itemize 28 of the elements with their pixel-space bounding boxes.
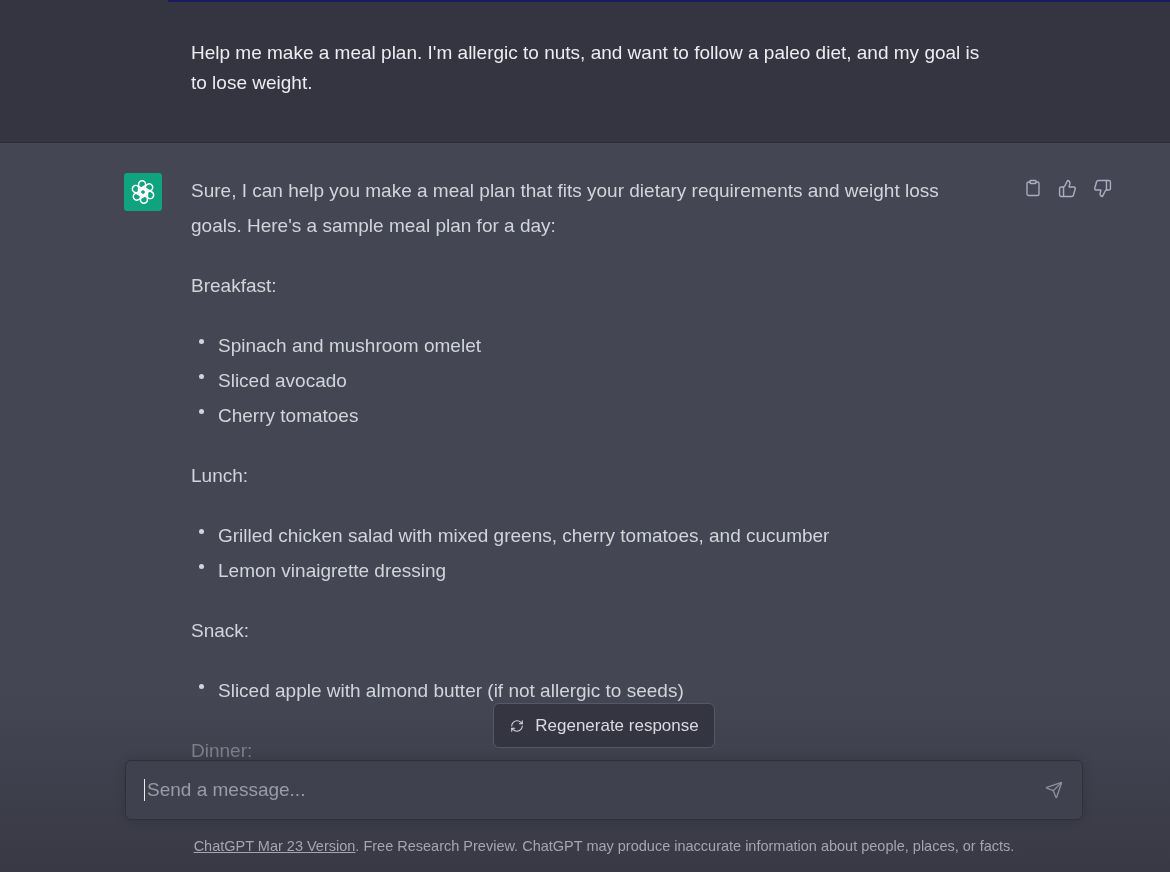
message-paragraph: Sure, I can help you make a meal plan that fits your dietary requirements and weight loss goals. Here's a sample meal plan for a day: [191,179,940,238]
logo-icon [124,173,162,211]
thumbs-down-icon[interactable] [1093,179,1112,198]
bullet-icon [199,684,204,689]
bullet-icon [199,374,204,379]
list-item-text: Sliced avocado [218,369,347,393]
bullet-icon [199,564,204,569]
list-item-text: Lemon vinaigrette dressing [218,559,447,583]
refresh-icon [510,718,525,733]
user-message-text: Help me make a meal plan. I'm allergic to nuts, and want to follow a paleo diet, and my goal is to lose weight. [191,41,981,95]
list-item-text: Sliced apple with almond butter (if not allergic to seeds) [218,679,684,703]
disclaimer-text: ChatGPT Mar 23 Version. Free Research Preview. ChatGPT may produce inaccurate information about people, places, or facts. [193,837,1015,856]
bullet-icon [199,529,204,534]
list-item-text: Cherry tomatoes [218,404,359,428]
bullet-icon [199,409,204,414]
message-paragraph: Breakfast: [191,274,278,298]
send-icon[interactable] [1045,781,1063,799]
bullet-icon [199,339,204,344]
message-paragraph: Lunch: [191,464,250,488]
list-item-text: Spinach and mushroom omelet [218,334,481,358]
message-paragraph: Snack: [191,619,251,643]
list-item-text: Grilled chicken salad with mixed greens, cherry tomatoes, and cucumber [218,524,830,548]
message-input[interactable]: Send a message... [125,760,1083,820]
regenerate-button[interactable]: Regenerate response [493,703,715,748]
thumbs-up-icon[interactable] [1058,179,1077,198]
message-paragraph: Dinner: [191,739,254,763]
clipboard-icon[interactable] [1024,179,1042,197]
text-cursor-icon [144,779,145,801]
